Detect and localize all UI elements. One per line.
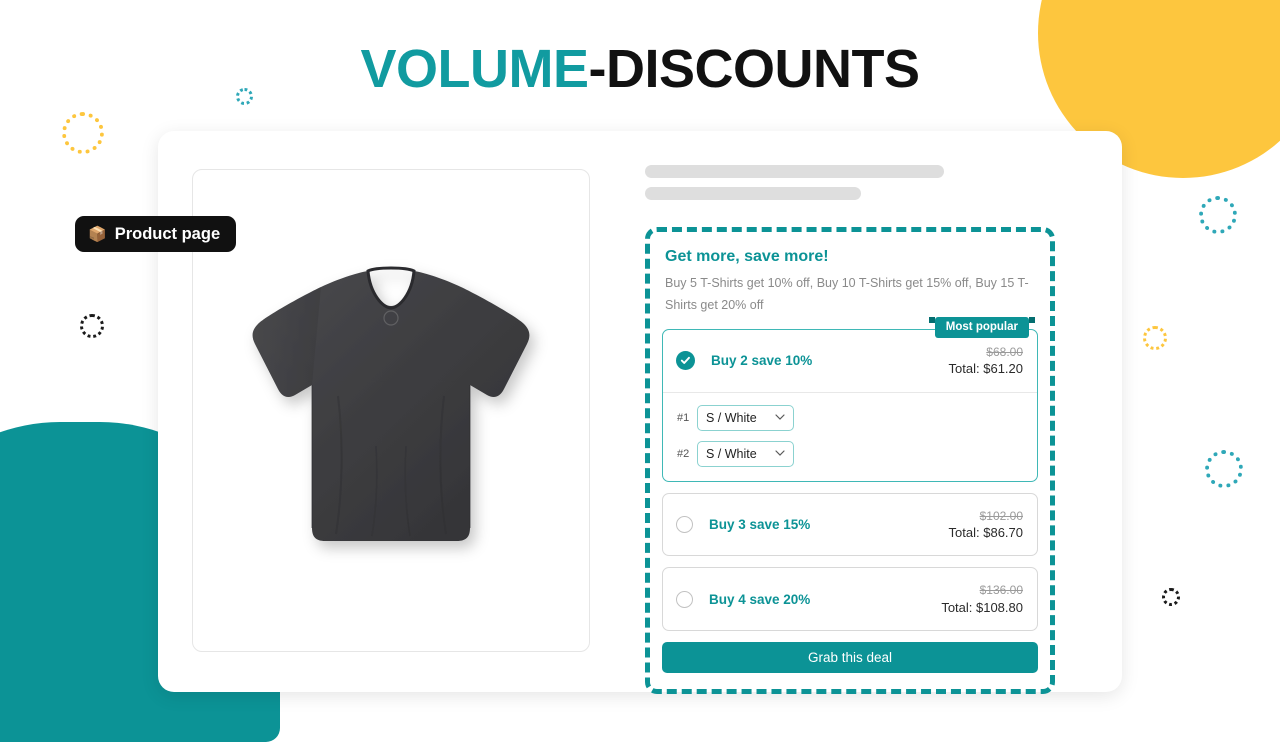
radio-button-icon[interactable] <box>676 516 693 534</box>
offer-tier-2-total: Total: $86.70 <box>948 524 1023 540</box>
offer-tier-3-label: Buy 4 save 20% <box>709 591 811 607</box>
decorative-dotted-circle-yellow-1 <box>62 112 104 154</box>
decorative-dotted-circle-teal-2 <box>1205 450 1243 488</box>
offer-tier-3-row[interactable]: Buy 4 save 20% $136.00 Total: $108.80 <box>663 568 1037 630</box>
placeholder-bar-subtitle <box>645 187 861 200</box>
variant-index-1: #1 <box>677 411 690 424</box>
offer-tier-2[interactable]: Buy 3 save 15% $102.00 Total: $86.70 <box>662 492 1038 557</box>
variant-row-1: #1 S / White <box>677 404 1023 431</box>
offer-tier-3-total: Total: $108.80 <box>941 599 1023 615</box>
offer-tier-2-prices: $102.00 Total: $86.70 <box>949 508 1023 542</box>
offer-tier-1-old-price: $68.00 <box>986 345 1023 359</box>
radio-button-icon[interactable] <box>676 590 693 608</box>
offer-tier-3-old-price: $136.00 <box>979 583 1023 598</box>
product-page-card: Get more, save more! Buy 5 T-Shirts get … <box>158 131 1122 695</box>
product-image-container <box>192 169 590 652</box>
product-page-badge-label: Product page <box>114 224 221 243</box>
offer-tier-2-label: Buy 3 save 15% <box>709 517 811 533</box>
product-page-badge: 📦 Product page <box>75 216 237 252</box>
chevron-down-icon <box>775 413 785 423</box>
offer-heading: Get more, save more! <box>665 248 829 265</box>
offer-tier-3-prices: $136.00 Total: $108.80 <box>941 582 1023 616</box>
decorative-dotted-circle-yellow-2 <box>1143 326 1167 350</box>
variant-select-2-value: S / White <box>706 446 757 461</box>
tshirt-image <box>252 265 530 541</box>
variant-row-2: #2 S / White <box>677 440 1023 467</box>
placeholder-bar-title <box>645 165 944 178</box>
most-popular-ribbon: Most popular <box>928 317 1036 338</box>
variant-select-1[interactable]: S / White <box>697 404 794 431</box>
offer-tier-1-label: Buy 2 save 10% <box>711 353 813 369</box>
offer-tier-1-variants: #1 S / White #2 S / White <box>663 391 1037 481</box>
decorative-dotted-circle-teal-1 <box>1199 196 1237 234</box>
chevron-down-icon <box>775 449 785 459</box>
offer-tier-2-row[interactable]: Buy 3 save 15% $102.00 Total: $86.70 <box>663 494 1037 556</box>
offer-tier-1-total: Total: $61.20 <box>948 361 1023 377</box>
product-details-column: Get more, save more! Buy 5 T-Shirts get … <box>645 165 1085 695</box>
check-circle-icon[interactable] <box>676 351 695 371</box>
volume-discount-widget: Get more, save more! Buy 5 T-Shirts get … <box>645 227 1055 695</box>
offer-tier-3[interactable]: Buy 4 save 20% $136.00 Total: $108.80 <box>662 567 1038 632</box>
offer-tier-1[interactable]: Most popular Buy 2 save 10% $68.00 Total… <box>662 317 1038 482</box>
variant-select-1-value: S / White <box>706 410 757 425</box>
decorative-dotted-circle-black-2 <box>1162 588 1180 606</box>
package-icon: 📦 <box>88 225 107 243</box>
variant-index-2: #2 <box>677 447 690 460</box>
page-title: VOLUME-DISCOUNTS <box>0 38 1280 100</box>
offer-tier-1-prices: $68.00 Total: $61.20 <box>949 344 1023 378</box>
page-title-accent: VOLUME <box>360 39 589 99</box>
offer-tier-1-row[interactable]: Buy 2 save 10% $68.00 Total: $61.20 <box>663 330 1037 392</box>
page-title-rest: -DISCOUNTS <box>588 39 921 99</box>
offer-tier-2-old-price: $102.00 <box>979 508 1023 523</box>
decorative-dotted-circle-black-1 <box>80 314 104 338</box>
offer-subtitle: Buy 5 T-Shirts get 10% off, Buy 10 T-Shi… <box>665 276 1029 312</box>
grab-this-deal-button[interactable]: Grab this deal <box>662 642 1038 674</box>
variant-select-2[interactable]: S / White <box>697 440 794 467</box>
